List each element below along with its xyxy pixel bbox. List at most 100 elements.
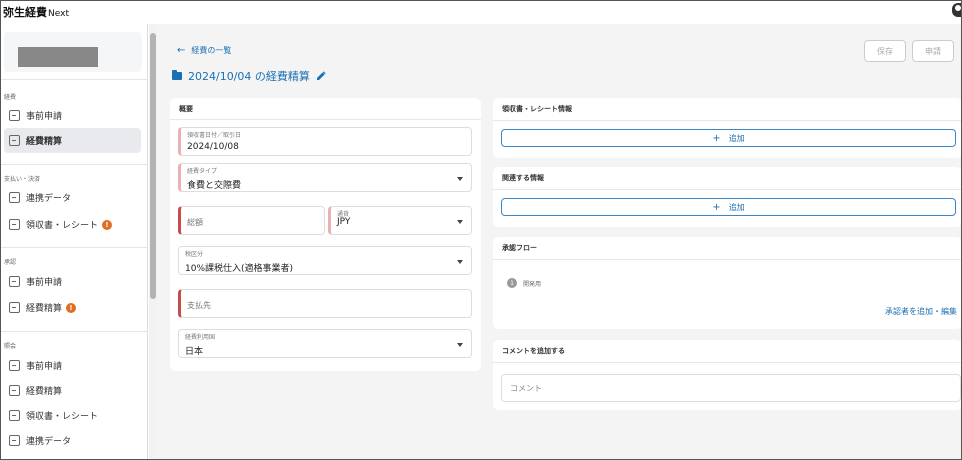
expense-type-value: 食費と交際費 xyxy=(187,181,242,191)
apply-button[interactable]: 申請 xyxy=(912,40,954,62)
approval-flow-title: 承認フロー xyxy=(502,244,537,252)
save-button[interactable]: 保存 xyxy=(864,40,906,62)
receipt-date-value: 2024/10/08 xyxy=(187,142,239,152)
sidebar-item-label: 経費精算 xyxy=(26,387,63,397)
page-title-text: 2024/10/04 の経費精算 xyxy=(188,70,310,83)
sidebar-divider xyxy=(0,79,147,80)
sidebar-item-label: 経費精算 xyxy=(26,304,63,314)
sidebar-item-label: 領収書・レシート xyxy=(26,412,99,422)
sidebar-item-approval-expense[interactable]: 経費精算 ! xyxy=(4,295,141,320)
card-divider xyxy=(493,189,962,190)
sidebar-divider xyxy=(0,247,147,248)
currency-value: JPY xyxy=(337,217,351,227)
sidebar-item-pre-application[interactable]: 事前申請 xyxy=(4,103,141,128)
comment-input[interactable]: コメント xyxy=(501,374,961,402)
sidebar-item-label: 連携データ xyxy=(26,194,72,204)
expense-type-select[interactable]: 経費タイプ 食費と交際費 xyxy=(178,163,472,192)
payee-placeholder: 支払先 xyxy=(187,301,211,310)
folder-icon xyxy=(172,70,182,80)
summary-card: 概要 領収書日付／取引日 2024/10/08 経費タイプ 食費と交際費 総額 … xyxy=(170,98,481,371)
alert-badge: ! xyxy=(66,302,77,313)
receipt-info-title: 領収書・レシート情報 xyxy=(502,105,572,113)
comment-card-title: コメントを追加する xyxy=(502,347,565,355)
step-number-badge: 1 xyxy=(507,278,517,288)
user-avatar-icon[interactable] xyxy=(952,3,962,17)
comment-placeholder: コメント xyxy=(510,384,542,393)
search-receipt-icon xyxy=(9,385,20,396)
tax-category-value: 10%課税仕入(適格事業者) xyxy=(185,264,294,274)
app-brand[interactable]: 弥生経費Next xyxy=(3,4,69,20)
usage-country-value: 日本 xyxy=(185,347,204,357)
usage-country-select[interactable]: 経費利用国 日本 xyxy=(178,329,472,358)
receipt-icon xyxy=(9,219,20,230)
add-receipt-button[interactable]: + 追加 xyxy=(501,129,956,147)
sidebar-item-expense-settlement[interactable]: 経費精算 xyxy=(4,128,141,153)
sidebar-item-label: 経費精算 xyxy=(26,137,63,147)
back-link-label: 経費の一覧 xyxy=(191,46,232,55)
receipt-date-field[interactable]: 領収書日付／取引日 2024/10/08 xyxy=(178,127,472,156)
add-related-info-button[interactable]: + 追加 xyxy=(501,198,956,216)
currency-select[interactable]: 通貨 JPY xyxy=(328,206,472,235)
sidebar-item-label: 連携データ xyxy=(26,437,72,447)
receipt-info-card: 領収書・レシート情報 + 追加 xyxy=(493,98,962,158)
pencil-icon[interactable] xyxy=(316,71,326,81)
back-to-list-link[interactable]: ← 経費の一覧 xyxy=(177,45,231,56)
profile-card[interactable] xyxy=(4,32,142,72)
sidebar-scrollbar-thumb[interactable] xyxy=(150,33,156,299)
sidebar-divider xyxy=(0,331,147,332)
approval-flow-card: 承認フロー 1 開発用 承認者を追加・編集 xyxy=(493,237,962,329)
search-form-icon xyxy=(9,360,20,371)
sidebar-section-inquiry: 照会 xyxy=(4,343,17,350)
sidebar-item-inquiry-receipts[interactable]: 領収書・レシート xyxy=(4,403,141,428)
alert-badge: ! xyxy=(102,219,113,230)
approval-receipt-icon xyxy=(9,302,20,313)
sidebar-item-receipts[interactable]: 領収書・レシート ! xyxy=(4,212,141,237)
tax-category-select[interactable]: 税区分 10%課税仕入(適格事業者) xyxy=(178,246,472,275)
card-divider xyxy=(493,362,962,363)
amount-field[interactable]: 総額 xyxy=(178,206,325,235)
sidebar-item-approval-pre-application[interactable]: 事前申請 xyxy=(4,269,141,294)
brand-suffix: Next xyxy=(48,9,69,19)
related-info-card: 関連する情報 + 追加 xyxy=(493,167,962,227)
payee-field[interactable]: 支払先 xyxy=(178,289,472,318)
tax-category-label: 税区分 xyxy=(185,251,204,258)
summary-card-title: 概要 xyxy=(179,105,193,113)
sidebar-item-inquiry-expense[interactable]: 経費精算 xyxy=(4,378,141,403)
approval-form-icon xyxy=(9,276,20,287)
sidebar-item-inquiry-linked-data[interactable]: 連携データ xyxy=(4,428,141,453)
redacted-profile-name xyxy=(18,47,98,67)
calendar-icon xyxy=(9,192,20,203)
receipt-icon xyxy=(9,135,20,146)
top-bar: 弥生経費Next xyxy=(0,0,962,24)
approval-step-label: 開発用 xyxy=(523,281,542,288)
add-related-info-label: 追加 xyxy=(728,202,745,212)
sidebar-item-linked-data[interactable]: 連携データ xyxy=(4,185,141,210)
caret-down-icon xyxy=(457,177,463,181)
plus-icon: + xyxy=(712,132,721,144)
caret-down-icon xyxy=(457,260,463,264)
card-divider xyxy=(493,259,962,260)
sidebar-section-payment: 支払い・決済 xyxy=(4,176,41,183)
caret-down-icon xyxy=(457,343,463,347)
related-info-title: 関連する情報 xyxy=(502,174,544,182)
brand-name: 弥生経費 xyxy=(3,6,47,19)
comment-card: コメントを追加する コメント xyxy=(493,340,962,410)
sidebar-section-expense: 経費 xyxy=(4,94,17,101)
sidebar-item-inquiry-pre-application[interactable]: 事前申請 xyxy=(4,353,141,378)
card-divider xyxy=(493,120,962,121)
card-divider xyxy=(170,119,481,120)
caret-down-icon xyxy=(457,220,463,224)
plus-icon: + xyxy=(712,201,721,213)
sidebar: 経費 事前申請 経費精算 支払い・決済 連携データ 領収書・レシート ! 承認 … xyxy=(0,24,148,460)
page-title: 2024/10/04 の経費精算 xyxy=(172,68,326,84)
sidebar-item-label: 事前申請 xyxy=(26,362,63,372)
add-receipt-label: 追加 xyxy=(728,133,745,143)
sidebar-item-label: 事前申請 xyxy=(26,112,63,122)
sidebar-item-label: 事前申請 xyxy=(26,278,63,288)
sidebar-section-approval: 承認 xyxy=(4,259,17,266)
expense-type-label: 経費タイプ xyxy=(187,168,218,175)
amount-placeholder: 総額 xyxy=(187,218,203,227)
search-receipt-icon xyxy=(9,410,20,421)
add-edit-approver-link[interactable]: 承認者を追加・編集 xyxy=(885,306,957,317)
sidebar-divider xyxy=(0,164,147,165)
